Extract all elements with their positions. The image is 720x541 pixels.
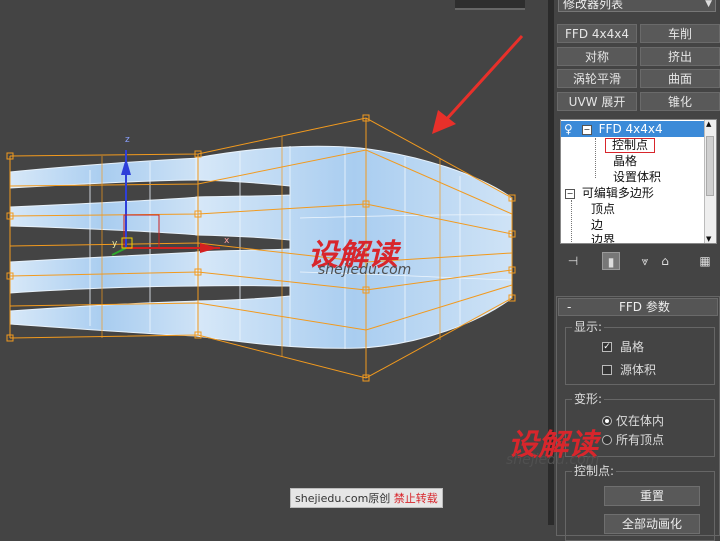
tree-line [595, 138, 596, 178]
right-watermark-url: shejiedu.com [506, 452, 600, 468]
stack-toolbar: ⊣ ▮ ⩔ ⌂ ▦ [560, 250, 718, 274]
ffd-4x4x4-button[interactable]: FFD 4x4x4 [557, 24, 637, 43]
turbosmooth-button[interactable]: 涡轮平滑 [557, 69, 637, 88]
source-volume-checkbox[interactable] [602, 365, 612, 375]
lattice-checkbox[interactable]: ✓ [602, 342, 612, 352]
rollout-title: FFD 参数 [619, 300, 670, 314]
all-vertices-label: 所有顶点 [616, 433, 665, 447]
center-watermark-url: shejiedu.com [318, 262, 412, 278]
rollout-header[interactable]: - FFD 参数 [558, 298, 718, 316]
stack-sub-lattice[interactable]: 晶格 [613, 153, 637, 169]
tree-line [571, 200, 572, 243]
only-in-volume-radio[interactable] [602, 416, 612, 426]
axis-y-label: y [112, 239, 118, 249]
modifier-stack[interactable]: ♀ − FFD 4x4x4 控制点 晶格 设置体积 − 可编辑多边形 顶点 边 … [560, 119, 717, 244]
chevron-down-icon: ▼ [705, 0, 712, 9]
stack-sub-vertex[interactable]: 顶点 [591, 201, 615, 217]
extrude-button[interactable]: 挤出 [640, 47, 720, 66]
lightbulb-icon[interactable]: ♀ [564, 121, 574, 137]
taper-button[interactable]: 锥化 [640, 92, 720, 111]
fork-mesh[interactable] [9, 145, 513, 349]
collapse-box-icon[interactable]: − [581, 124, 592, 135]
only-in-volume-label: 仅在体内 [616, 414, 665, 428]
scroll-up-icon[interactable]: ▲ [706, 120, 711, 128]
collapse-box-icon[interactable]: − [565, 188, 575, 199]
deform-group-title: 变形: [572, 392, 605, 406]
make-unique-icon[interactable]: ⩔ [636, 252, 654, 270]
stack-sub-control-points[interactable]: 控制点 [605, 137, 656, 153]
surface-button[interactable]: 曲面 [640, 69, 720, 88]
lattice-checkbox-label: 晶格 [620, 340, 645, 354]
viewport-canvas: z y x [6, 34, 524, 382]
stack-scrollbar[interactable]: ▲ ▼ [704, 120, 716, 243]
axis-z-label: z [125, 135, 130, 145]
symmetry-button[interactable]: 对称 [557, 47, 637, 66]
scroll-down-icon[interactable]: ▼ [706, 235, 711, 243]
stack-sub-set-volume[interactable]: 设置体积 [613, 169, 661, 185]
viewport-perspective[interactable]: z y x 设解读 shejiedu.com shejiedu.com原创 禁止… [0, 0, 548, 525]
axis-x-label: x [224, 236, 230, 246]
scroll-thumb[interactable] [706, 136, 714, 196]
display-group-title: 显示: [572, 320, 605, 334]
remove-modifier-icon[interactable]: ⌂ [656, 252, 674, 270]
command-panel: 修改器列表 ▼ FFD 4x4x4 车削 对称 挤出 涡轮平滑 曲面 UVW 展开… [506, 0, 720, 541]
uvw-unwrap-button[interactable]: UVW 展开 [557, 92, 637, 111]
pin-stack-icon[interactable]: ⊣ [564, 252, 582, 270]
stack-item-editable-poly[interactable]: − 可编辑多边形 [565, 185, 654, 201]
configure-sets-icon[interactable]: ▦ [696, 252, 714, 270]
control-points-group: 控制点: 重置 全部动画化 [565, 464, 715, 541]
stack-sub-edge[interactable]: 边 [591, 217, 603, 233]
reset-button[interactable]: 重置 [604, 486, 700, 506]
stack-item-label: FFD 4x4x4 [598, 122, 663, 136]
show-end-result-icon[interactable]: ▮ [602, 252, 620, 270]
display-group: 显示: ✓ 晶格 源体积 [565, 320, 715, 385]
modifier-list-dropdown[interactable]: 修改器列表 ▼ [558, 0, 716, 12]
source-volume-label: 源体积 [620, 363, 657, 377]
annotation-arrow [432, 34, 524, 134]
all-vertices-radio[interactable] [602, 435, 612, 445]
stack-sub-border[interactable]: 边界 [591, 232, 615, 243]
lathe-button[interactable]: 车削 [640, 24, 720, 43]
ffd-parameters-rollout: - FFD 参数 显示: ✓ 晶格 源体积 变形: 仅在体内 所有顶点 控制点:… [556, 296, 720, 541]
stack-item-ffd[interactable]: ♀ − FFD 4x4x4 [561, 121, 706, 137]
animate-all-button[interactable]: 全部动画化 [604, 514, 700, 534]
credit-label: shejiedu.com原创 禁止转载 [290, 488, 443, 508]
